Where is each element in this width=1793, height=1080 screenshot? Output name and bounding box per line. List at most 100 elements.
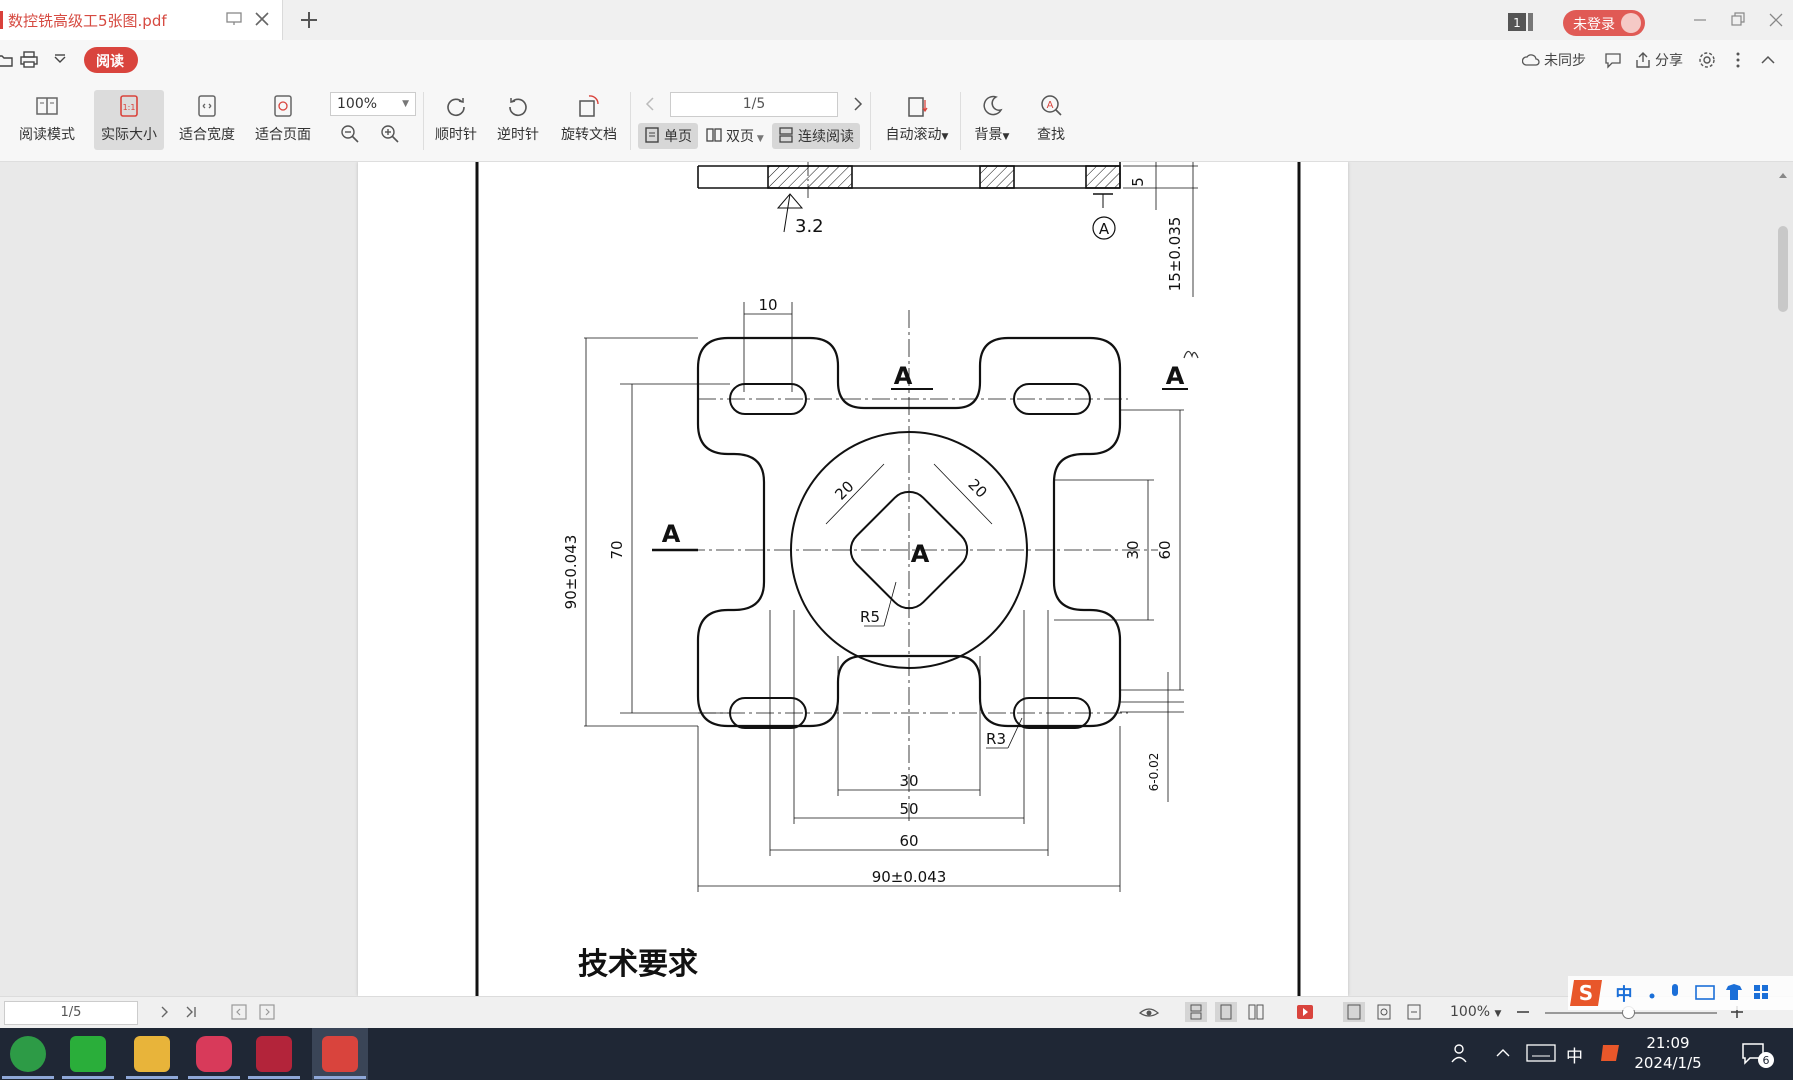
continuous-reading-icon [779, 127, 793, 143]
chevron-down-icon: ▼ [754, 134, 764, 144]
sync-status[interactable]: 未同步 [1544, 50, 1586, 70]
auto-scroll-icon [908, 97, 928, 117]
rotate-counterclockwise-icon [509, 98, 527, 117]
media-app-taskbar-icon[interactable] [196, 1036, 232, 1072]
last-page-icon[interactable] [180, 1002, 202, 1022]
close-tab-icon[interactable] [252, 9, 272, 29]
status-zoom-value[interactable]: 100% ▼ [1450, 1004, 1501, 1020]
people-icon[interactable] [1450, 1042, 1472, 1064]
continuous-reading-button[interactable]: 连续阅读 [772, 123, 860, 149]
browser-taskbar-icon[interactable] [10, 1036, 46, 1072]
wechat-taskbar-icon[interactable] [70, 1036, 106, 1072]
next-page-icon[interactable] [850, 94, 866, 114]
cad-app-taskbar-icon[interactable] [256, 1036, 292, 1072]
close-window-icon[interactable] [1764, 8, 1788, 32]
pdf-file-icon [0, 11, 3, 29]
ime-indicator[interactable]: 中 [1566, 1042, 1583, 1067]
eye-protection-icon[interactable] [1138, 1002, 1160, 1022]
section-a-center: A [911, 540, 930, 568]
book-icon [36, 97, 58, 115]
previous-page-icon[interactable] [642, 94, 658, 114]
login-button[interactable]: 未登录 [1563, 10, 1645, 36]
page-number-input[interactable]: 1/5 [670, 92, 838, 117]
rotate-document-button[interactable]: 旋转文档 [556, 90, 622, 150]
double-page-button[interactable]: 双页 ▼ [700, 123, 770, 149]
fit-width-label: 适合宽度 [179, 127, 235, 143]
play-slideshow-icon[interactable] [1294, 1002, 1316, 1022]
zoom-out-icon[interactable] [340, 124, 360, 144]
collapse-ribbon-icon[interactable] [1758, 50, 1778, 70]
minimize-icon[interactable] [1688, 8, 1712, 32]
notification-count: 6 [1763, 1054, 1770, 1067]
scrollbar-thumb[interactable] [1778, 226, 1788, 312]
actual-size-status-icon[interactable] [1343, 1002, 1365, 1022]
notification-icon[interactable]: 6 [1740, 1040, 1774, 1070]
read-pill-label: 阅读 [96, 54, 124, 70]
fit-width-status-icon[interactable] [1403, 1002, 1425, 1022]
open-folder-icon[interactable] [0, 50, 14, 70]
auto-scroll-button[interactable]: 自动滚动▼ [878, 90, 956, 150]
system-clock[interactable]: 21:09 2024/1/5 [1628, 1033, 1708, 1073]
fit-page-status-icon[interactable] [1373, 1002, 1395, 1022]
fit-width-button[interactable]: 适合宽度 [172, 90, 242, 150]
browser-running-indicator [2, 1076, 54, 1079]
file-explorer-taskbar-icon[interactable] [134, 1036, 170, 1072]
pin-tab-icon[interactable] [226, 12, 242, 26]
toolbar-separator [870, 92, 871, 150]
status-page-input[interactable]: 1/5 [4, 1001, 138, 1025]
background-label: 背景▼ [974, 127, 1010, 143]
comment-icon[interactable] [1604, 51, 1622, 69]
section-a-top: A [894, 362, 913, 390]
wechat-running-indicator [62, 1076, 114, 1079]
document-viewport[interactable]: 3.2 A 5 15±0.035 A A A A 10 20 20 90±0.0… [0, 162, 1793, 996]
keyboard-icon[interactable] [1526, 1044, 1556, 1062]
new-tab-icon[interactable] [297, 8, 321, 32]
share-icon[interactable] [1634, 51, 1652, 69]
pdf-running-indicator [314, 1076, 366, 1079]
window-count-icon[interactable]: 1 [1508, 13, 1534, 31]
find-button[interactable]: A 查找 [1026, 90, 1076, 150]
dim-10-label: 10 [758, 296, 777, 314]
rotate-counterclockwise-button[interactable]: 逆时针 [492, 90, 544, 150]
more-icon[interactable] [1728, 50, 1748, 70]
read-mode-button[interactable]: 阅读模式 [12, 90, 82, 150]
title-bar: 数控铣高级工5张图.pdf 1 未登录 [0, 0, 1793, 40]
sogou-tray-icon[interactable] [1600, 1043, 1620, 1063]
counterclockwise-label: 逆时针 [497, 127, 539, 143]
chevron-down-icon[interactable] [50, 50, 70, 70]
window-count: 1 [1513, 16, 1521, 30]
zoom-in-icon[interactable] [380, 124, 400, 144]
zoom-value: 100% [337, 96, 378, 112]
dim-60-label: 60 [899, 832, 918, 850]
settings-gear-icon[interactable] [1697, 50, 1717, 70]
continuous-view-icon[interactable] [1185, 1002, 1207, 1022]
chevron-up-icon[interactable] [1494, 1046, 1512, 1060]
restore-icon[interactable] [1726, 8, 1750, 32]
section-view [697, 162, 1121, 233]
cloud-sync-icon[interactable] [1522, 51, 1540, 69]
double-view-icon[interactable] [1245, 1002, 1267, 1022]
dim-30-label: 30 [899, 772, 918, 790]
rotate-clockwise-button[interactable]: 顺时针 [430, 90, 482, 150]
actual-size-button[interactable]: 1:1 实际大小 [94, 90, 164, 150]
zoom-select[interactable]: 100% ▼ [330, 92, 416, 116]
svg-text:A: A [1047, 100, 1054, 111]
background-button[interactable]: 背景▼ [966, 90, 1018, 150]
share-label[interactable]: 分享 [1655, 50, 1683, 70]
ime-toolbar[interactable]: S 中 [1568, 976, 1793, 1010]
document-tab[interactable]: 数控铣高级工5张图.pdf [0, 0, 283, 40]
print-icon[interactable] [19, 50, 39, 70]
zoom-out-icon[interactable] [1512, 1002, 1534, 1022]
datum-label: A [1099, 220, 1110, 238]
chevron-down-icon: ▼ [402, 99, 409, 109]
dim-50-label: 50 [899, 800, 918, 818]
forward-icon[interactable] [256, 1002, 278, 1022]
single-view-icon[interactable] [1215, 1002, 1237, 1022]
next-page-icon[interactable] [154, 1002, 176, 1022]
pdf-reader-taskbar-icon[interactable] [322, 1036, 358, 1072]
single-page-button[interactable]: 单页 [638, 123, 698, 149]
fit-page-button[interactable]: 适合页面 [248, 90, 318, 150]
clock-date: 2024/1/5 [1634, 1054, 1702, 1072]
read-mode-pill[interactable]: 阅读 [84, 47, 138, 73]
back-icon[interactable] [228, 1002, 250, 1022]
